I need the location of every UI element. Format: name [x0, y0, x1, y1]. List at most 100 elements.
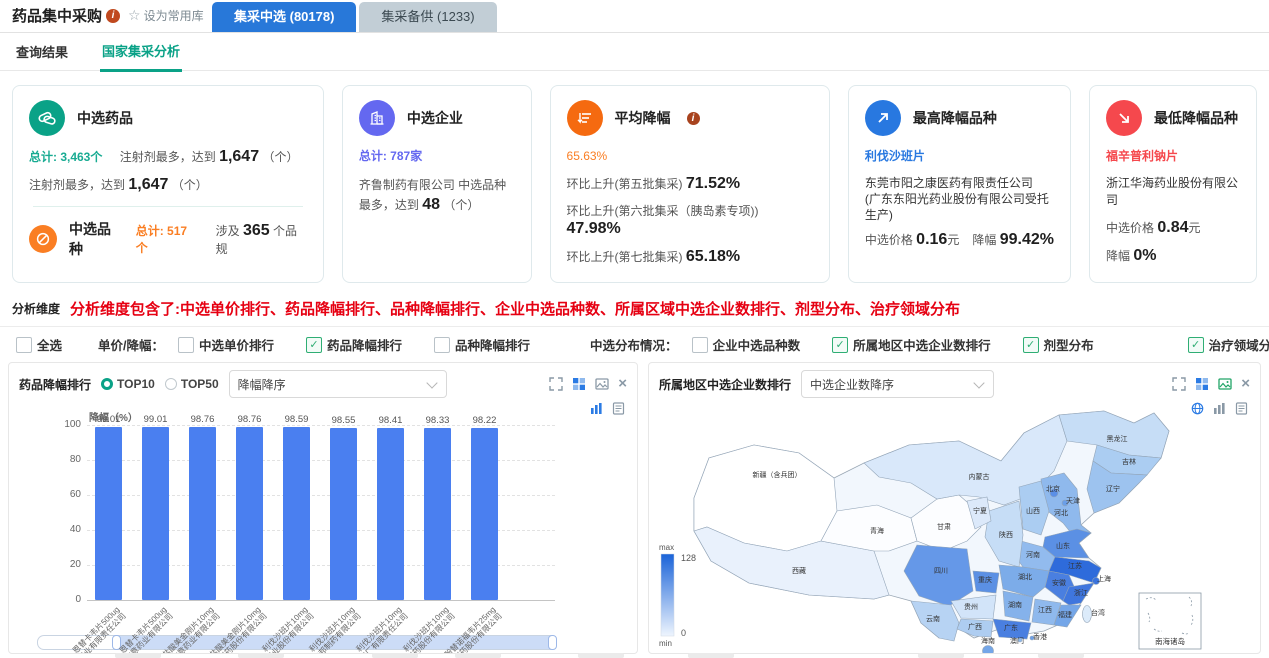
data-table-icon[interactable] [612, 402, 625, 415]
card-divider [33, 206, 303, 207]
tab-jicai-beigong[interactable]: 集采备供 (1233) [359, 2, 497, 32]
checkbox-group1-1[interactable]: ✓ 药品降幅排行 [306, 335, 402, 354]
panel-region-enterprise-ranking: 所属地区中选企业数排行 中选企业数降序 × 新疆（含兵团） 西藏 青海 甘肃 内… [648, 362, 1261, 654]
sort-order-select[interactable]: 降幅降序 [228, 370, 447, 398]
bar-3[interactable] [236, 427, 263, 600]
price-unit: 元 [1188, 221, 1201, 235]
price-value: 0.16 [916, 231, 948, 248]
checkbox-icon: ✓ [178, 336, 194, 353]
province-label: 湖北 [1018, 572, 1032, 581]
province-label: 新疆（含兵团） [753, 470, 802, 479]
price-value: 0.84 [1157, 219, 1189, 236]
avg-line-label: 环比上升(第五批集采) [566, 177, 686, 191]
province-label: 四川 [934, 567, 948, 575]
province-label: 香港 [1033, 632, 1047, 641]
variety-icon [29, 225, 57, 253]
panel-title: 所属地区中选企业数排行 [659, 377, 792, 392]
subtab-national-analysis[interactable]: 国家集采分析 [100, 32, 183, 72]
bar-0[interactable] [95, 426, 122, 600]
bar-6[interactable] [377, 427, 404, 600]
export-image-icon[interactable] [1218, 377, 1232, 391]
subtab-query-results[interactable]: 查询结果 [14, 33, 70, 70]
avg-drop-value: 65.63% [566, 149, 608, 163]
star-icon[interactable]: ☆ [128, 7, 141, 24]
province-label: 内蒙古 [969, 472, 990, 481]
fullscreen-icon[interactable] [549, 377, 563, 391]
radio-top10-label: TOP10 [117, 377, 155, 391]
bar-7[interactable] [424, 427, 451, 600]
filter-row: ✓ 全选 单价/降幅： ✓ 中选单价排行 ✓ 药品降幅排行 ✓ 品种降幅排行 中选分布情况：… [0, 327, 1269, 362]
highest-drug-name: 利伐沙班片 [864, 149, 925, 163]
chevron-down-icon [425, 376, 438, 389]
avg-line-label: 环比上升(第七批集采) [566, 250, 686, 264]
province-label: 浙江 [1074, 588, 1088, 597]
price-unit: 元 [947, 233, 960, 247]
arrow-down-right-icon [1106, 100, 1142, 136]
checkbox-group2-1[interactable]: ✓ 所属地区中选企业数排行 [832, 335, 991, 354]
set-favorite-label[interactable]: 设为常用库 [144, 7, 204, 24]
y-axis-tick: 20 [69, 559, 81, 570]
bar-1[interactable] [142, 426, 169, 600]
radio-top50-label: TOP50 [180, 377, 219, 391]
checkbox-group2-3[interactable]: ✓ 治疗领域分布 [1187, 335, 1269, 354]
province-label: 北京 [1046, 484, 1060, 493]
close-icon[interactable]: × [618, 376, 627, 391]
gridline [87, 600, 555, 601]
bar-value-label: 98.59 [284, 414, 309, 426]
province-33[interactable] [982, 645, 994, 654]
switch-view-icon[interactable] [572, 377, 586, 391]
province-label: 重庆 [978, 575, 992, 584]
y-axis-tick: 80 [69, 454, 81, 465]
bar-chart-icon[interactable] [590, 402, 603, 415]
lowest-company: 浙江华海药业股份有限公司 [1106, 176, 1239, 207]
checkbox-icon: ✓ [1187, 336, 1204, 353]
checkbox-group1-0[interactable]: ✓ 中选单价排行 [178, 335, 274, 354]
drop-label: 降幅 [972, 233, 1000, 247]
province-label: 贵州 [964, 602, 978, 611]
checkbox-group2-0[interactable]: ✓ 企业中选品种数 [691, 335, 801, 354]
drop-value: 0% [1133, 247, 1157, 264]
bar-5[interactable] [330, 427, 357, 600]
avg-line-value: 71.52% [685, 175, 741, 192]
bar-4[interactable] [283, 427, 310, 600]
tab-jicai-zhongxuan[interactable]: 集采中选 (80178) [212, 2, 357, 32]
checkbox-label: 企业中选品种数 [712, 339, 801, 353]
switch-view-icon[interactable] [1195, 377, 1209, 391]
legend-min-value: 0 [681, 628, 686, 638]
checkbox-group1-2[interactable]: ✓ 品种降幅排行 [434, 335, 530, 354]
price-label: 中选价格 [1106, 221, 1158, 235]
info-icon[interactable]: i [686, 111, 700, 125]
info-icon[interactable]: i [106, 8, 121, 23]
highest-company-1: 东莞市阳之康医药有限责任公司 [864, 176, 1033, 190]
province-label: 澳门 [1010, 636, 1024, 645]
next-row-sliver [578, 653, 624, 658]
export-image-icon[interactable] [595, 377, 609, 391]
avg-line-value: 65.18% [685, 248, 741, 265]
pills-icon [29, 100, 65, 136]
bar-2[interactable] [189, 427, 216, 600]
china-choropleth-map[interactable]: 新疆（含兵团） 西藏 青海 甘肃 内蒙古 黑龙江吉林辽宁河北 北京天津山西山东河南 陕西 宁夏江… [649, 403, 1261, 653]
checkbox-group2-2[interactable]: ✓ 剂型分布 [1022, 335, 1094, 354]
close-icon[interactable]: × [1241, 376, 1250, 391]
province-label: 台湾 [1091, 608, 1105, 617]
scrollbar-handle-right[interactable] [548, 635, 557, 650]
checkbox-label: 治疗领域分布 [1208, 339, 1269, 353]
province-label: 云南 [926, 614, 940, 623]
radio-top10[interactable]: TOP10 [101, 377, 155, 391]
next-row-sliver [1038, 653, 1084, 658]
fullscreen-icon[interactable] [1172, 377, 1186, 391]
bar-8[interactable] [471, 428, 498, 600]
sort-filter-icon [566, 100, 603, 136]
province-label: 山西 [1026, 506, 1040, 515]
map-sort-select[interactable]: 中选企业数降序 [801, 370, 995, 398]
bar-value-label: 98.55 [331, 414, 356, 426]
dimension-banner: 分析维度 分析维度包含了:中选单价排行、药品降幅排行、品种降幅排行、企业中选品种… [0, 293, 1269, 327]
drug-line2-suffix: （个） [168, 178, 208, 192]
drug-line2-prefix: 注射剂最多，达到 [29, 178, 129, 192]
province-label: 宁夏 [973, 506, 987, 515]
province-label: 江苏 [1068, 561, 1082, 570]
card-selected-enterprises: 中选企业 总计: 787家 齐鲁制药有限公司 中选品种最多，达到 48 （个） [341, 85, 532, 283]
radio-top50[interactable]: TOP50 [164, 377, 219, 391]
top-bar: 药品集中采购 i ☆ 设为常用库 集采中选 (80178) 集采备供 (1233… [0, 0, 1269, 33]
checkbox-select-all[interactable]: ✓ 全选 [16, 335, 62, 354]
